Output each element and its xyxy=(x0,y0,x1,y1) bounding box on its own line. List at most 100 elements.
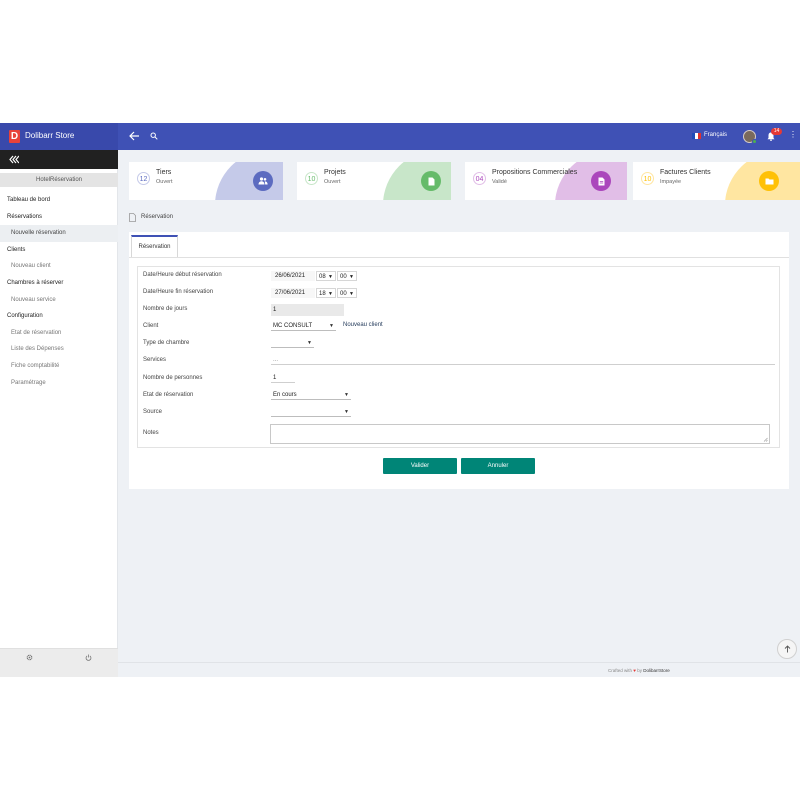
document-icon xyxy=(421,171,441,191)
persons-input[interactable]: 1 xyxy=(271,373,295,383)
module-title: HotelRéservation xyxy=(0,173,118,187)
sidebar-item-parametrage[interactable]: Paramétrage xyxy=(0,375,118,392)
card-title: Tiers xyxy=(156,169,172,176)
sidebar-item-configuration[interactable]: Configuration xyxy=(0,308,118,325)
settings-icon[interactable] xyxy=(26,654,33,661)
language-selector[interactable]: Français xyxy=(704,132,727,138)
sidebar-item-nouvelle-reservation[interactable]: Nouvelle réservation xyxy=(0,225,118,242)
validate-button[interactable]: Valider xyxy=(383,458,457,474)
card-title: Factures Clients xyxy=(660,169,711,176)
folder-icon xyxy=(759,171,779,191)
card-subtitle: Validé xyxy=(492,179,507,185)
sidebar-item-reservations[interactable]: Réservations xyxy=(0,209,118,226)
card-count: 12 xyxy=(137,172,150,185)
chevron-down-icon: ▼ xyxy=(307,340,312,346)
heart-icon: ♥ xyxy=(633,668,636,673)
card-title: Propositions Commerciales xyxy=(492,169,578,176)
sidebar-item-etat-de-reservation[interactable]: Etat de réservation xyxy=(0,325,118,342)
status-select[interactable]: En cours ▼ xyxy=(271,390,351,400)
card-subtitle: Ouvert xyxy=(324,179,341,185)
days-input: 1 xyxy=(271,304,344,316)
sidebar-item-nouveau-client[interactable]: Nouveau client xyxy=(0,258,118,275)
page-title: Réservation xyxy=(141,214,174,220)
reservation-form: Date/Heure début réservation 26/06/2021 … xyxy=(137,266,780,448)
brand[interactable]: D Dolibarr Store xyxy=(0,123,118,150)
sidebar-footer xyxy=(0,648,118,677)
room-type-label: Type de chambre xyxy=(143,340,190,346)
card-projets[interactable]: 10 Projets Ouvert xyxy=(297,162,451,200)
sidebar-item-nouveau-service[interactable]: Nouveau service xyxy=(0,292,118,309)
notes-textarea[interactable] xyxy=(270,424,770,444)
sidebar: HotelRéservation Tableau de bord Réservat… xyxy=(0,150,118,677)
french-flag-icon[interactable] xyxy=(692,133,701,139)
source-select[interactable]: ▼ xyxy=(271,407,351,417)
card-tiers[interactable]: 12 Tiers Ouvert xyxy=(129,162,283,200)
brand-name: Dolibarr Store xyxy=(25,131,75,140)
scroll-to-top-button[interactable] xyxy=(777,639,797,659)
card-subtitle: Impayée xyxy=(660,179,682,185)
status-value: En cours xyxy=(273,392,297,398)
client-label: Client xyxy=(143,323,159,329)
new-client-link[interactable]: Nouveau client xyxy=(343,322,383,328)
sidebar-item-liste-des-depenses[interactable]: Liste des Dépenses xyxy=(0,341,118,358)
start-date-input[interactable]: 26/06/2021 xyxy=(271,271,315,281)
client-select[interactable]: MC CONSULT ▼ xyxy=(271,321,336,331)
chevron-down-icon: ▼ xyxy=(328,291,333,297)
online-status-dot xyxy=(752,139,757,144)
sidebar-item-chambres-a-reserver[interactable]: Chambres à réserver xyxy=(0,275,118,292)
arrow-up-icon xyxy=(784,645,790,653)
services-input[interactable]: ... xyxy=(271,355,775,365)
end-minute-select[interactable]: 00 ▼ xyxy=(337,288,357,298)
sidebar-item-clients[interactable]: Clients xyxy=(0,242,118,259)
reservation-panel: Réservation Date/Heure début réservation… xyxy=(129,232,789,489)
sidebar-collapse-bar[interactable] xyxy=(0,150,118,169)
footer-by: by xyxy=(637,668,642,673)
footer-brand-link[interactable]: DolibarrStore xyxy=(643,668,670,673)
footer-prefix: Crafted with xyxy=(608,668,633,673)
chevron-down-icon: ▼ xyxy=(349,291,354,297)
start-datetime-label: Date/Heure début réservation xyxy=(143,272,222,278)
collapse-chevrons-icon[interactable] xyxy=(9,155,19,164)
end-hour-select[interactable]: 18 ▼ xyxy=(316,288,336,298)
room-type-select[interactable]: ▼ xyxy=(271,338,314,348)
end-date-input[interactable]: 27/06/2021 xyxy=(271,288,315,298)
days-label: Nombre de jours xyxy=(143,306,188,312)
more-vert-icon[interactable]: ⋮ xyxy=(789,131,797,139)
cancel-button[interactable]: Annuler xyxy=(461,458,535,474)
search-icon[interactable] xyxy=(150,132,158,140)
source-label: Source xyxy=(143,409,163,415)
card-factures[interactable]: 10 Factures Clients Impayée xyxy=(633,162,800,200)
card-subtitle: Ouvert xyxy=(156,179,173,185)
chevron-down-icon: ▼ xyxy=(329,323,334,329)
sidebar-item-fiche-comptabilite[interactable]: Fiche comptabilité xyxy=(0,358,118,375)
start-hour-value: 08 xyxy=(319,274,326,280)
logo: D xyxy=(9,130,20,143)
notification-badge: 14 xyxy=(771,128,782,135)
services-label: Services xyxy=(143,357,167,363)
status-label: Etat de réservation xyxy=(143,392,194,398)
card-title: Projets xyxy=(324,169,346,176)
sidebar-item-tableau-de-bord[interactable]: Tableau de bord xyxy=(0,192,118,209)
power-icon[interactable] xyxy=(85,654,92,661)
card-count: 10 xyxy=(641,172,654,185)
card-propositions[interactable]: 04 Propositions Commerciales Validé xyxy=(465,162,627,200)
back-arrow-icon[interactable] xyxy=(128,130,140,142)
end-datetime-label: Date/Heure fin réservation xyxy=(143,289,214,295)
start-minute-select[interactable]: 00 ▼ xyxy=(337,271,357,281)
top-bar: D Dolibarr Store Français 14 ⋮ xyxy=(0,123,800,150)
end-minute-value: 00 xyxy=(340,291,347,297)
footer-credit: Crafted with ♥ by DolibarrStore xyxy=(608,668,670,673)
end-hour-value: 18 xyxy=(319,291,326,297)
main-content: 12 Tiers Ouvert 10 Projets Ouvert 04 Pro… xyxy=(118,150,800,677)
sidebar-menu: Tableau de bord Réservations Nouvelle rése… xyxy=(0,192,118,391)
chevron-down-icon: ▼ xyxy=(349,274,354,280)
users-icon xyxy=(253,171,273,191)
persons-label: Nombre de personnes xyxy=(143,375,203,381)
tab-reservation[interactable]: Réservation xyxy=(131,235,178,257)
chevron-down-icon: ▼ xyxy=(344,392,349,398)
resize-handle-icon[interactable] xyxy=(763,437,768,442)
tab-divider xyxy=(129,257,789,258)
chevron-down-icon: ▼ xyxy=(328,274,333,280)
chevron-down-icon: ▼ xyxy=(344,409,349,415)
start-hour-select[interactable]: 08 ▼ xyxy=(316,271,336,281)
